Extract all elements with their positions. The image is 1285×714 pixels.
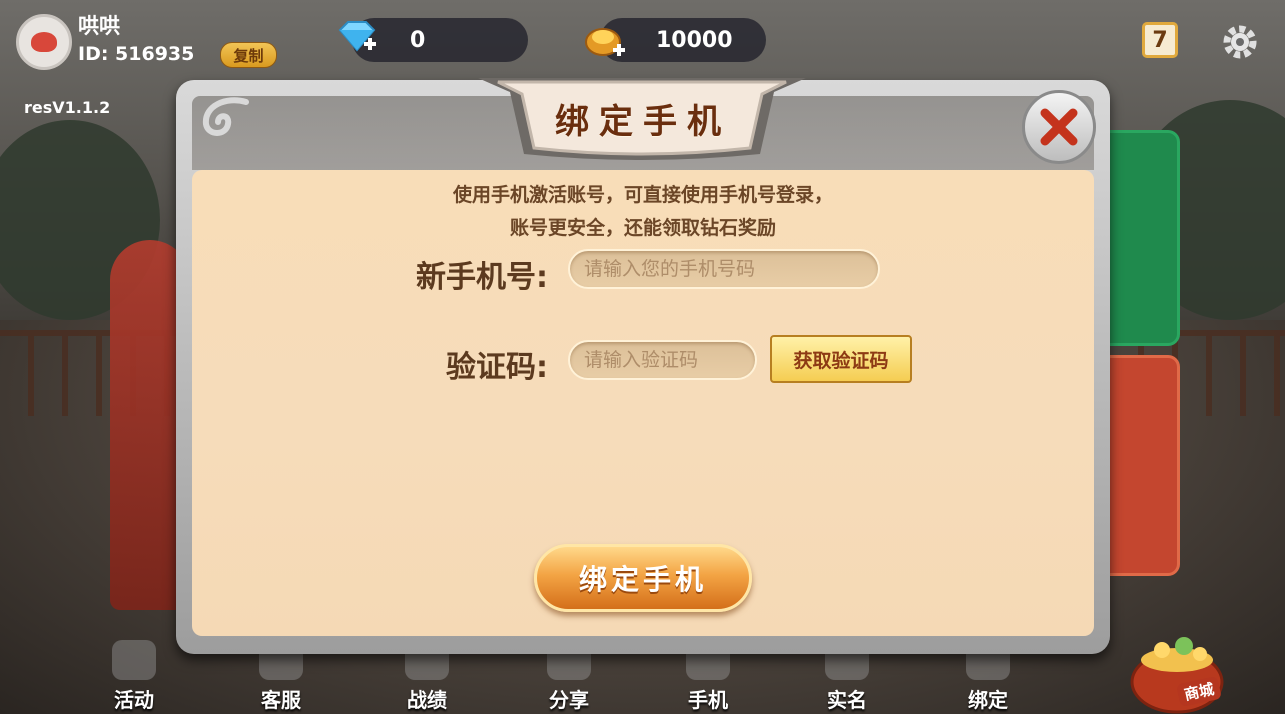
nav-label: 手机 xyxy=(688,688,728,712)
nav-label: 战绩 xyxy=(407,688,447,712)
nav-item-activity[interactable]: 活动 xyxy=(99,640,169,713)
gold-count: 10000 xyxy=(656,28,733,53)
calendar-icon[interactable]: 7 xyxy=(1142,22,1178,58)
dialog-description-line1: 使用手机激活账号，可直接使用手机号登录， xyxy=(452,184,833,206)
diamond-count: 0 xyxy=(410,28,426,53)
copy-id-button[interactable]: 复制 xyxy=(220,42,277,68)
diamond-plus-icon[interactable] xyxy=(336,20,378,56)
code-field-label: 验证码: xyxy=(446,350,548,385)
close-icon xyxy=(1040,108,1078,146)
nav-label: 实名 xyxy=(827,688,867,712)
avatar[interactable] xyxy=(16,14,72,70)
gift-icon xyxy=(112,640,156,680)
user-id: ID: 516935 xyxy=(78,43,195,65)
side-panel-green[interactable] xyxy=(1098,130,1180,346)
side-panel-red[interactable] xyxy=(1098,355,1180,576)
calendar-day: 7 xyxy=(1152,27,1168,53)
dialog-title: 绑定手机 xyxy=(555,102,731,142)
gear-icon[interactable] xyxy=(1220,22,1260,62)
verification-code-input[interactable] xyxy=(568,340,757,380)
username: 哄哄 xyxy=(78,14,120,38)
pig-icon xyxy=(31,32,57,52)
phone-input[interactable] xyxy=(568,249,880,289)
dialog-description-line2: 账号更安全，还能领取钻石奖励 xyxy=(509,217,776,239)
nav-label: 分享 xyxy=(549,688,589,712)
version-label: resV1.1.2 xyxy=(24,98,111,117)
close-button[interactable] xyxy=(1022,90,1096,164)
get-code-button[interactable]: 获取验证码 xyxy=(770,335,912,383)
bind-phone-button[interactable]: 绑定手机 xyxy=(534,544,752,612)
phone-field-label: 新手机号: xyxy=(416,260,548,295)
gold-ingot-plus-icon[interactable] xyxy=(583,20,629,60)
cloud-swirl-ornament xyxy=(202,97,249,136)
diamond-pill xyxy=(352,18,528,62)
nav-label: 客服 xyxy=(261,688,301,712)
nav-label: 活动 xyxy=(114,688,154,712)
nav-label: 绑定 xyxy=(968,688,1008,712)
